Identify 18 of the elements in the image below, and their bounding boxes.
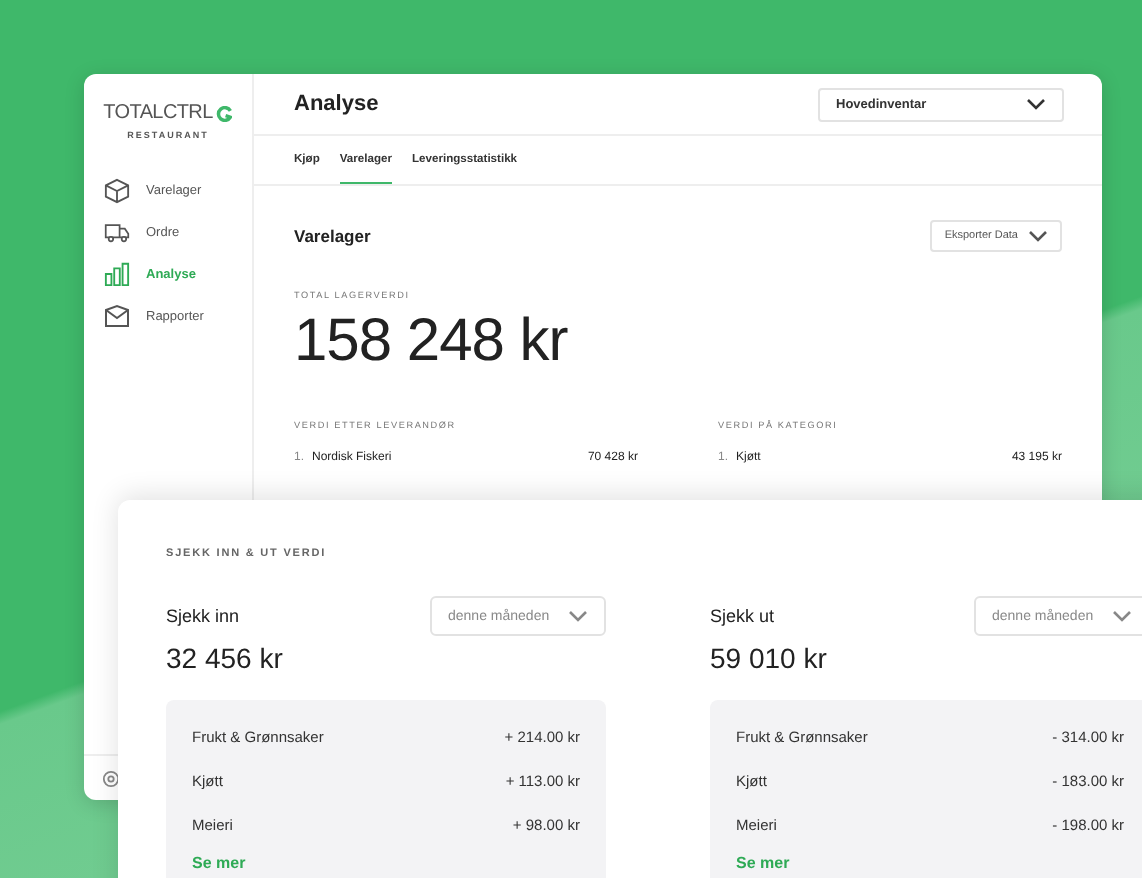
total-value: 158 248 kr (294, 308, 570, 376)
settings-icon[interactable] (102, 769, 120, 787)
bar-chart-icon (104, 262, 130, 286)
logo-wordmark: TOTALCTRL (103, 102, 213, 124)
truck-icon (104, 221, 130, 243)
box-icon (104, 177, 130, 203)
envelope-icon (104, 304, 130, 328)
section-title: Varelager (294, 226, 371, 246)
logo-swirl-icon (216, 105, 233, 121)
column-label: Sjekk ut (710, 606, 775, 626)
total-amount: 59 010 kr (710, 642, 829, 674)
chevron-down-icon (1026, 98, 1046, 110)
chevron-down-icon (1112, 610, 1132, 622)
column-label: Sjekk inn (166, 606, 240, 626)
page-title: Analyse (294, 92, 379, 116)
chevron-down-icon (568, 610, 588, 622)
total-amount: 32 456 kr (166, 642, 285, 674)
chevron-down-icon (1028, 230, 1048, 242)
